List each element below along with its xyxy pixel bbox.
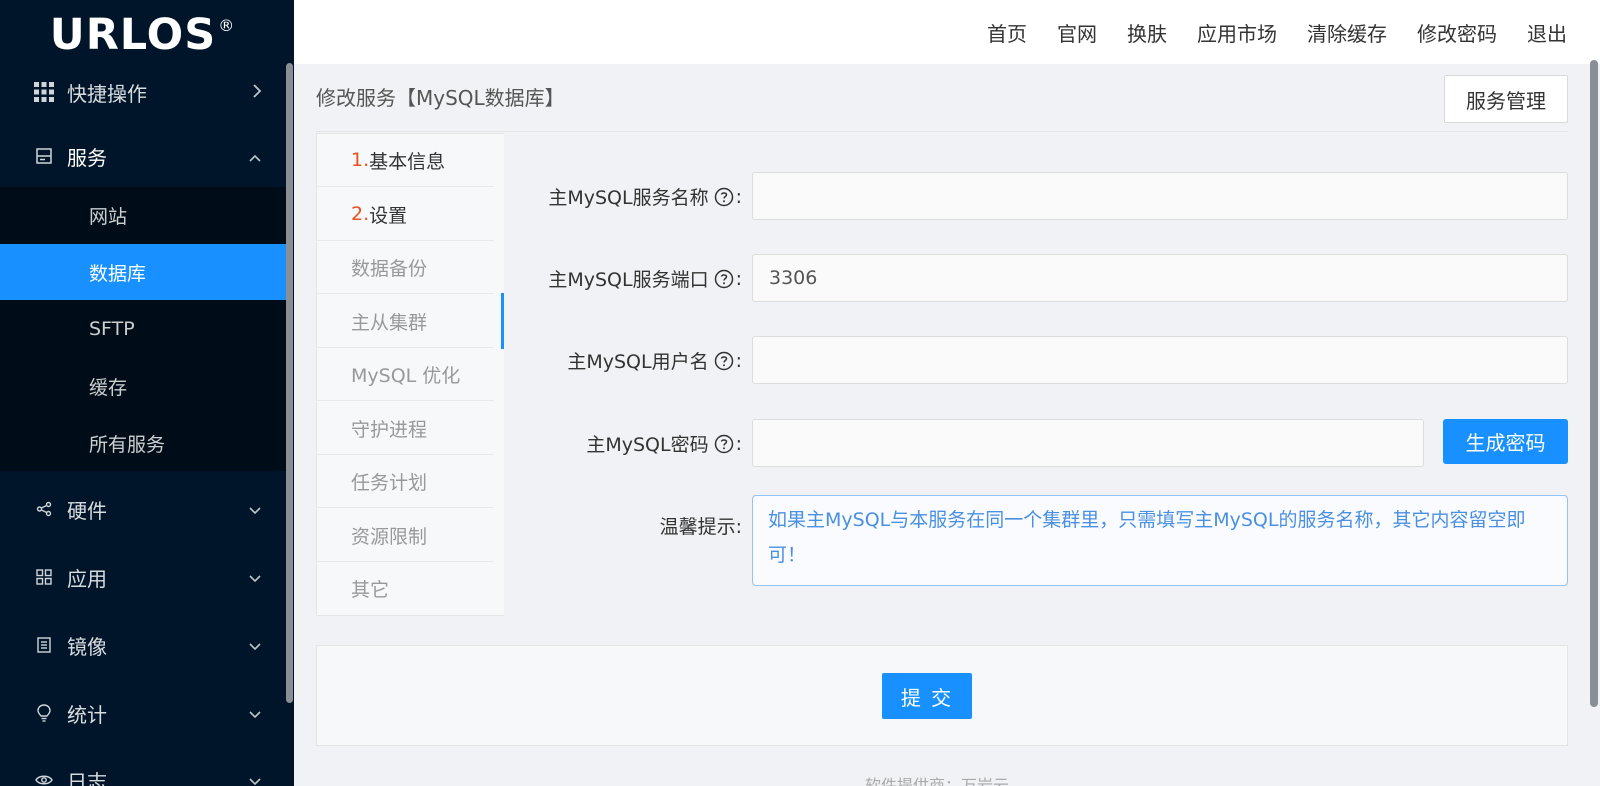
nav-logout[interactable]: 退出 — [1527, 18, 1567, 47]
chevron-down-icon — [248, 701, 262, 725]
services-submenu: 网站 数据库 SFTP 缓存 所有服务 — [0, 187, 288, 471]
sidebar-item-database[interactable]: 数据库 — [0, 244, 288, 300]
image-icon — [33, 634, 55, 656]
nav-change-password[interactable]: 修改密码 — [1417, 18, 1497, 47]
registered-mark: ® — [218, 16, 235, 35]
apps-icon — [33, 566, 55, 588]
step-tabs: 1. 基本信息 2. 设置 数据备份 主从集群 MySQL 优化 守护进程 任务计划… — [316, 133, 504, 616]
chevron-down-icon — [248, 565, 262, 589]
menu-label: 应用 — [67, 566, 107, 591]
nav-home[interactable]: 首页 — [987, 18, 1027, 47]
share-icon — [33, 498, 55, 520]
generate-password-button[interactable]: 生成密码 — [1443, 419, 1568, 464]
tab-master-slave-cluster[interactable]: 主从集群 — [317, 295, 494, 348]
active-tab-indicator — [501, 293, 504, 349]
submit-button[interactable]: 提 交 — [882, 673, 972, 719]
grid-icon — [33, 81, 55, 103]
service-name-input[interactable] — [752, 172, 1568, 220]
username-input[interactable] — [752, 336, 1568, 384]
sidebar-item-sftp[interactable]: SFTP — [0, 301, 288, 357]
divider — [316, 131, 1568, 132]
tip-message: 如果主MySQL与本服务在同一个集群里，只需填写主MySQL的服务名称，其它内容… — [752, 495, 1568, 586]
logo-text: URLOS — [49, 10, 217, 60]
chevron-down-icon — [248, 768, 262, 786]
tip-label: 温馨提示: — [659, 516, 742, 538]
eye-icon — [33, 769, 55, 786]
chevron-down-icon — [248, 497, 262, 521]
menu-label: 快捷操作 — [67, 81, 147, 106]
nav-official-site[interactable]: 官网 — [1057, 18, 1097, 47]
help-icon[interactable] — [714, 187, 734, 207]
menu-label: 统计 — [67, 702, 107, 727]
sidebar-item-all-services[interactable]: 所有服务 — [0, 415, 288, 471]
password-input[interactable] — [752, 419, 1424, 467]
menu-quick-actions[interactable]: 快捷操作 — [0, 66, 288, 118]
field-label-service-name: 主MySQL服务名称 : — [548, 185, 742, 210]
logo: URLOS ® — [0, 0, 294, 70]
field-label-password: 主MySQL密码 : — [586, 432, 742, 457]
menu-services[interactable]: 服务 — [0, 130, 288, 182]
footer-provider: 软件提供商：万岩云 — [865, 776, 1010, 786]
menu-label: 镜像 — [67, 634, 107, 659]
menu-logs[interactable]: 日志 — [0, 752, 288, 786]
sidebar: URLOS ® 快捷操作 服务 网站 数据库 SFTP 缓存 所有服务 硬件 应… — [0, 0, 294, 786]
step-number: 1. — [351, 149, 370, 171]
main-scrollbar[interactable] — [1590, 60, 1598, 707]
field-label-username: 主MySQL用户名 : — [567, 349, 742, 374]
tab-basic-info[interactable]: 1. 基本信息 — [317, 134, 494, 187]
help-icon[interactable] — [714, 434, 734, 454]
chevron-up-icon — [248, 144, 262, 168]
tab-settings[interactable]: 2. 设置 — [317, 188, 494, 241]
menu-stats[interactable]: 统计 — [0, 685, 288, 741]
chevron-down-icon — [248, 633, 262, 657]
nav-skin[interactable]: 换肤 — [1127, 18, 1167, 47]
sidebar-item-cache[interactable]: 缓存 — [0, 358, 288, 414]
top-bar: 首页 官网 换肤 应用市场 清除缓存 修改密码 退出 — [294, 0, 1600, 64]
bulb-icon — [33, 702, 55, 724]
top-nav: 首页 官网 换肤 应用市场 清除缓存 修改密码 退出 — [957, 0, 1567, 64]
field-label-service-port: 主MySQL服务端口 : — [548, 267, 742, 292]
menu-apps[interactable]: 应用 — [0, 549, 288, 605]
menu-images[interactable]: 镜像 — [0, 617, 288, 673]
menu-hardware[interactable]: 硬件 — [0, 481, 288, 537]
tab-resource-limit[interactable]: 资源限制 — [317, 509, 494, 562]
service-port-input[interactable]: 3306 — [752, 254, 1568, 302]
menu-label: 服务 — [67, 145, 107, 170]
tab-task-schedule[interactable]: 任务计划 — [317, 455, 494, 508]
chevron-right-icon — [252, 80, 262, 104]
tab-data-backup[interactable]: 数据备份 — [317, 241, 494, 294]
tab-mysql-optimize[interactable]: MySQL 优化 — [317, 348, 494, 401]
tab-other[interactable]: 其它 — [317, 562, 494, 615]
tab-label: 设置 — [369, 204, 408, 227]
menu-label: 硬件 — [67, 498, 107, 523]
tab-label: 基本信息 — [369, 150, 446, 173]
sidebar-scrollbar[interactable] — [286, 63, 293, 703]
nav-clear-cache[interactable]: 清除缓存 — [1307, 18, 1387, 47]
sidebar-item-website[interactable]: 网站 — [0, 187, 288, 243]
help-icon[interactable] — [714, 269, 734, 289]
page-title: 修改服务【MySQL数据库】 — [316, 86, 565, 110]
nav-app-market[interactable]: 应用市场 — [1197, 18, 1277, 47]
server-icon — [33, 145, 55, 167]
service-manage-button[interactable]: 服务管理 — [1444, 75, 1568, 123]
step-number: 2. — [351, 203, 370, 225]
tab-daemon[interactable]: 守护进程 — [317, 402, 494, 455]
menu-label: 日志 — [67, 769, 107, 786]
help-icon[interactable] — [714, 351, 734, 371]
